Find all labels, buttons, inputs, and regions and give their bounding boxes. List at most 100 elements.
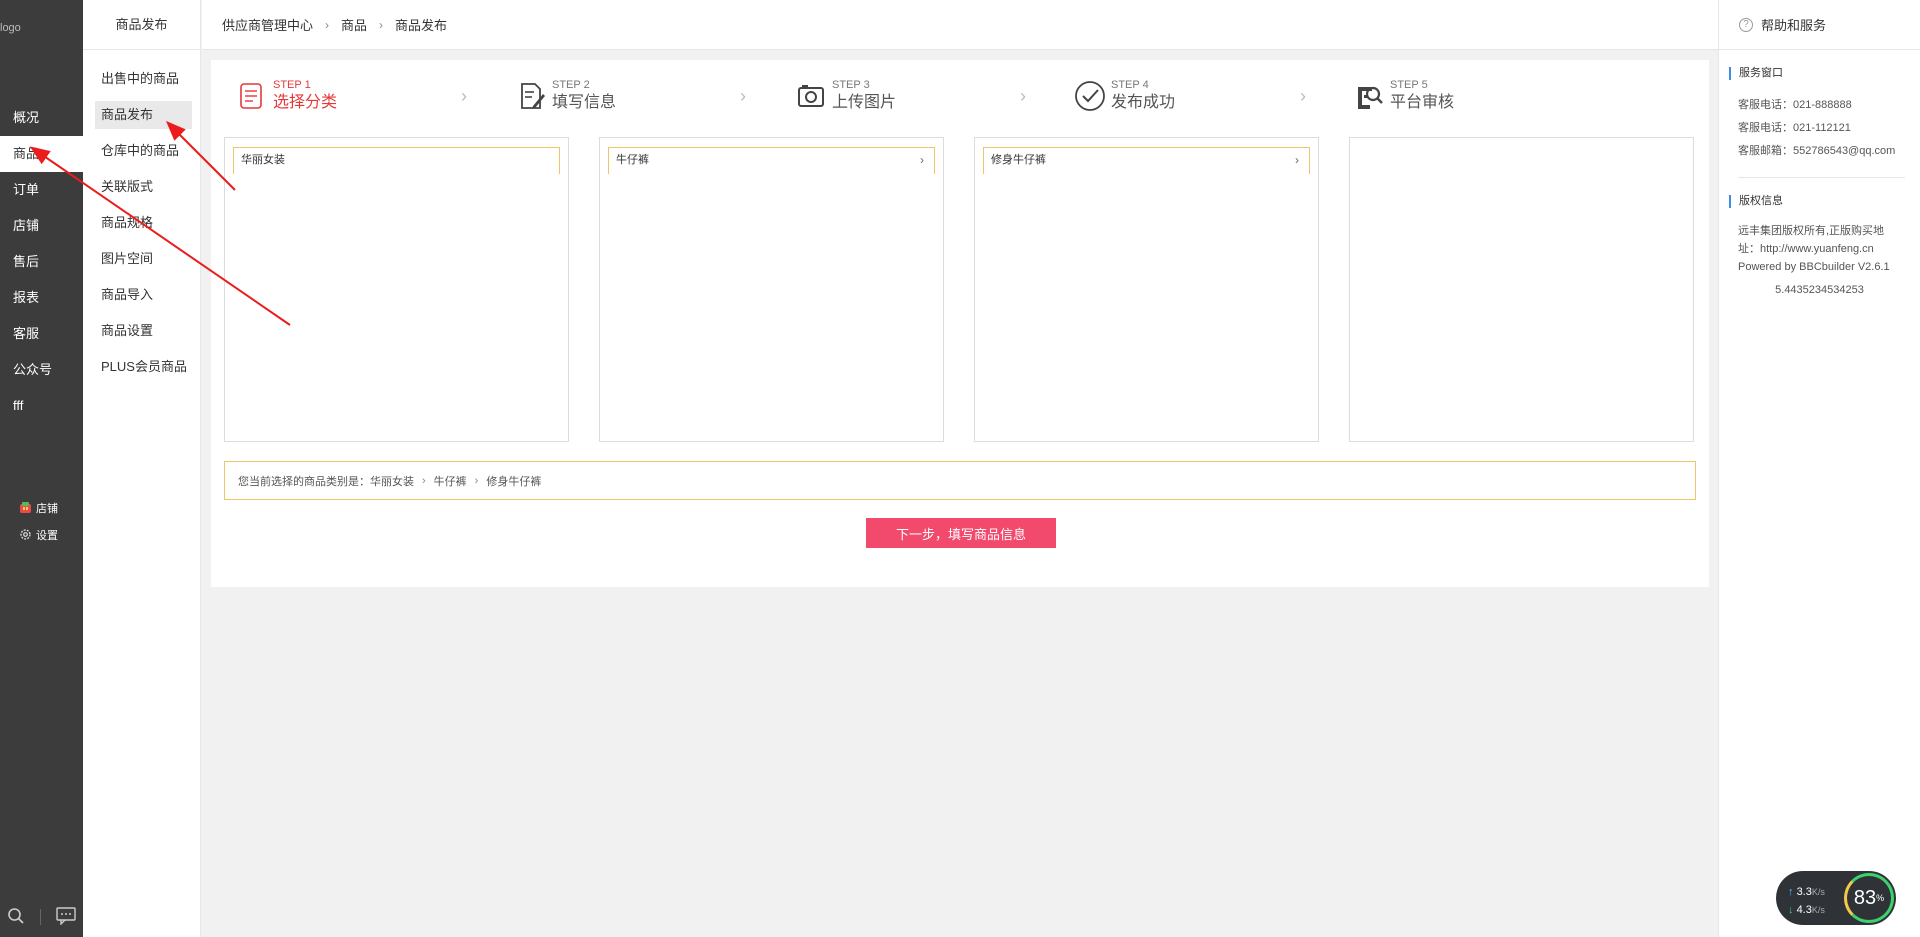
nav-item-reports[interactable]: 报表 (0, 280, 83, 316)
service-line: 客服电话：021-112121 (1738, 122, 1851, 134)
nav-item-service[interactable]: 客服 (0, 316, 83, 352)
sub-nav: 出售中的商品 商品发布 仓库中的商品 关联版式 商品规格 图片空间 商品导入 商… (83, 50, 200, 381)
step-label: 平台审核 (1390, 94, 1455, 111)
step-label: 填写信息 (552, 94, 617, 111)
step-4[interactable]: STEP 4 发布成功 (1073, 74, 1175, 118)
sub-item-image-space[interactable]: 图片空间 (95, 245, 192, 273)
category-option[interactable]: 修身牛仔裤 › (983, 147, 1310, 174)
selected-path-item: 牛仔裤 (433, 475, 467, 488)
download-speed: 4.3 (1796, 904, 1812, 916)
category-option[interactable]: 牛仔裤 › (608, 147, 935, 174)
step-5[interactable]: STEP 5 平台审核 (1352, 74, 1454, 118)
sub-item-settings[interactable]: 商品设置 (95, 317, 192, 345)
step-2[interactable]: STEP 2 填写信息 (514, 74, 616, 118)
step-number: STEP 2 (552, 79, 590, 91)
copyright-title: 版权信息 (1729, 195, 1920, 208)
step-number: STEP 3 (832, 79, 870, 91)
copyright-text: 远丰集团版权所有,正版购买地址：http://www.yuanfeng.cn P… (1738, 225, 1890, 273)
sub-item-layouts[interactable]: 关联版式 (95, 173, 192, 201)
tool-shop-label: 店铺 (36, 502, 58, 515)
nav-item-official-account[interactable]: 公众号 (0, 352, 83, 388)
version-number: 5.4435234534253 (1775, 284, 1864, 296)
sub-sidebar: 商品发布 出售中的商品 商品发布 仓库中的商品 关联版式 商品规格 图片空间 商… (83, 0, 201, 937)
chat-icon[interactable] (55, 906, 76, 928)
service-line: 客服电话：021-888888 (1738, 99, 1852, 111)
sub-item-import[interactable]: 商品导入 (95, 281, 192, 309)
chevron-right-icon: › (422, 474, 426, 487)
nav-item-fff[interactable]: fff (0, 388, 83, 424)
logo[interactable]: logo (0, 22, 21, 34)
category-column-1: 华丽女装 (224, 137, 569, 442)
nav-item-goods[interactable]: 商品 (0, 136, 83, 172)
tool-settings[interactable]: 设置 (18, 521, 58, 548)
search-doc-icon (1358, 86, 1383, 109)
sub-sidebar-title: 商品发布 (83, 0, 200, 50)
nav-item-shop[interactable]: 店铺 (0, 208, 83, 244)
shop-icon (18, 501, 32, 515)
help-title: 帮助和服务 (1761, 18, 1827, 33)
sub-item-warehouse[interactable]: 仓库中的商品 (95, 137, 192, 165)
step-number: STEP 1 (273, 79, 311, 91)
upload-speed: 3.3 (1796, 886, 1812, 898)
sub-item-on-sale[interactable]: 出售中的商品 (95, 65, 192, 93)
step-number: STEP 4 (1111, 79, 1149, 91)
camera-icon (798, 85, 824, 107)
publish-panel: STEP 1 选择分类 › STEP 2 填写信息 › STEP 3 上传图片 › S… (211, 60, 1709, 587)
breadcrumb-item: 商品发布 (395, 18, 448, 33)
help-icon: ? (1739, 17, 1753, 32)
chevron-right-icon: › (1020, 86, 1026, 106)
speed-rates: ↑ 3.3K/s ↓ 4.3K/s (1788, 883, 1825, 919)
step-label: 上传图片 (832, 94, 897, 111)
chevron-right-icon: › (1295, 153, 1299, 167)
step-1[interactable]: STEP 1 选择分类 (235, 74, 337, 118)
gauge-unit: % (1876, 893, 1885, 903)
network-speed-widget[interactable]: ↑ 3.3K/s ↓ 4.3K/s 83% (1776, 871, 1896, 925)
category-option-label: 修身牛仔裤 (991, 154, 1046, 166)
speed-unit: K/s (1811, 905, 1825, 915)
breadcrumb-item[interactable]: 商品 (341, 15, 367, 34)
tool-shop[interactable]: 店铺 (18, 494, 58, 521)
speed-unit: K/s (1811, 887, 1825, 897)
service-line: 客服邮箱：552786543@qq.com (1738, 145, 1896, 157)
breadcrumb-item[interactable]: 供应商管理中心 (222, 15, 313, 34)
chevron-right-icon: › (379, 17, 384, 32)
gauge-value: 83 (1853, 886, 1877, 909)
tool-settings-label: 设置 (36, 529, 58, 542)
divider (39, 909, 41, 925)
chevron-right-icon: › (325, 17, 330, 32)
nav-item-orders[interactable]: 订单 (0, 172, 83, 208)
main-sidebar: logo 概况 商品 订单 店铺 售后 报表 客服 公众号 fff 店铺 设置 (0, 0, 83, 937)
sub-item-publish[interactable]: 商品发布 (95, 101, 192, 129)
sidebar-bottom (0, 897, 83, 937)
category-column-2: 牛仔裤 › (599, 137, 944, 442)
search-icon[interactable] (7, 907, 25, 928)
next-step-button[interactable]: 下一步，填写商品信息 (866, 518, 1056, 548)
chevron-right-icon: › (740, 86, 746, 106)
sub-item-plus[interactable]: PLUS会员商品 (95, 353, 192, 381)
selected-category-bar: 您当前选择的商品类别是： 华丽女装 › 牛仔裤 › 修身牛仔裤 (224, 461, 1696, 500)
chevron-right-icon: › (1300, 86, 1306, 106)
memory-gauge: 83% (1844, 873, 1894, 923)
nav-item-aftersale[interactable]: 售后 (0, 244, 83, 280)
nav-item-overview[interactable]: 概况 (0, 100, 83, 136)
selected-prefix: 您当前选择的商品类别是： (238, 475, 370, 488)
sidebar-tools: 店铺 设置 (18, 494, 58, 548)
step-bar: STEP 1 选择分类 › STEP 2 填写信息 › STEP 3 上传图片 › S… (211, 74, 1709, 118)
category-option[interactable]: 华丽女装 (233, 147, 560, 174)
edit-icon (521, 83, 545, 109)
help-panel: ? 帮助和服务 服务窗口 客服电话：021-888888 客服电话：021-11… (1718, 0, 1920, 937)
check-circle-icon (1075, 81, 1105, 111)
step-label: 发布成功 (1111, 94, 1176, 111)
step-3[interactable]: STEP 3 上传图片 (794, 74, 896, 118)
category-option-label: 牛仔裤 (616, 154, 649, 166)
step-number: STEP 5 (1390, 79, 1428, 91)
selected-path-item: 华丽女装 (370, 475, 414, 488)
selected-path-item: 修身牛仔裤 (486, 475, 542, 488)
main-nav: 概况 商品 订单 店铺 售后 报表 客服 公众号 fff (0, 100, 83, 424)
service-info: 客服电话：021-888888 客服电话：021-112121 客服邮箱：552… (1719, 94, 1920, 163)
sub-item-specs[interactable]: 商品规格 (95, 209, 192, 237)
divider (1738, 177, 1905, 178)
breadcrumb: 供应商管理中心 › 商品 › 商品发布 (202, 0, 1718, 50)
step-label: 选择分类 (273, 94, 338, 111)
help-header[interactable]: ? 帮助和服务 (1719, 0, 1920, 50)
